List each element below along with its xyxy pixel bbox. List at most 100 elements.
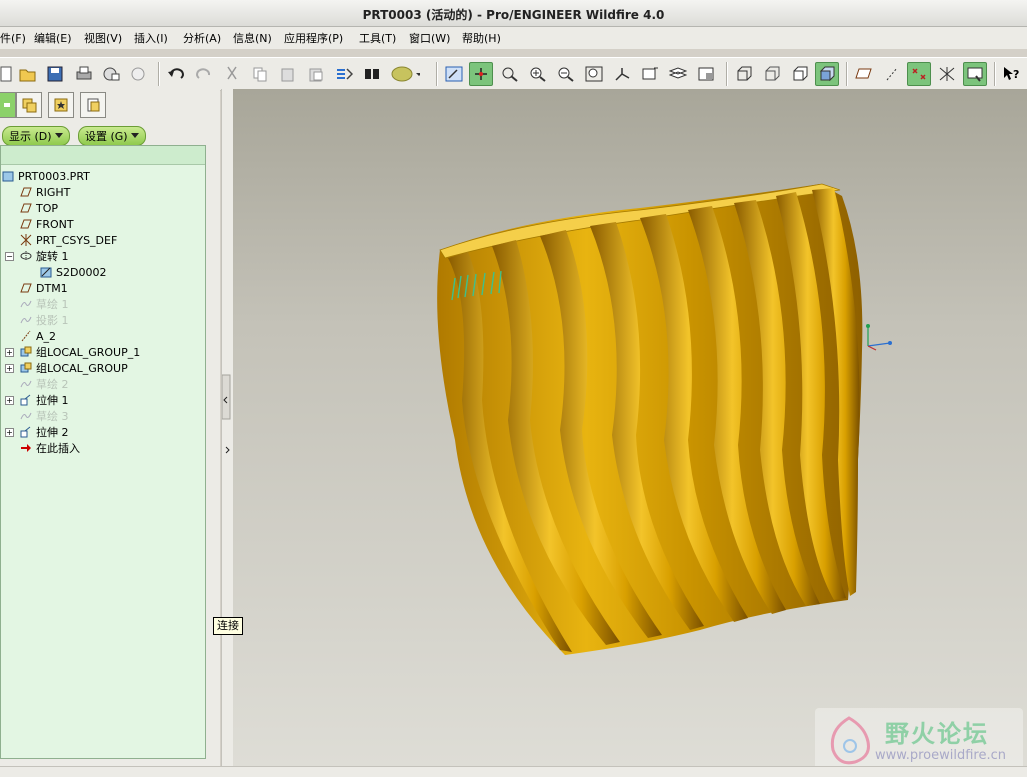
menu-insert[interactable]: 插入(I) (134, 30, 168, 46)
favorites-tab[interactable] (48, 92, 74, 118)
menu-edit[interactable]: 编辑(E) (34, 30, 72, 46)
sketch-curve-icon (19, 297, 33, 311)
tree-item-sketch-3[interactable]: 草绘 3 (19, 408, 69, 424)
tree-item-label: 拉伸 2 (36, 426, 69, 439)
collapse-toggle[interactable]: − (5, 252, 14, 261)
settings-dropdown[interactable]: 设置 (G) (78, 126, 147, 146)
copy-icon[interactable] (248, 62, 272, 86)
save-icon[interactable] (43, 62, 67, 86)
main-toolbar: ? (0, 57, 1027, 91)
connections-tab[interactable] (80, 92, 106, 118)
appearance-gallery-icon[interactable] (388, 62, 422, 86)
tree-item-sketch-1[interactable]: 草绘 1 (19, 296, 69, 312)
refit-icon[interactable] (582, 62, 606, 86)
tree-item-projection-1[interactable]: 投影 1 (19, 312, 69, 328)
menu-view[interactable]: 视图(V) (84, 30, 122, 46)
datum-planes-toggle-icon[interactable] (852, 62, 876, 86)
orient-mode-icon[interactable] (498, 62, 522, 86)
expand-toggle[interactable]: + (5, 428, 14, 437)
window-title: PRT0003 (活动的) - Pro/ENGINEER Wildfire 4.… (362, 8, 665, 22)
expand-toggle[interactable]: + (5, 396, 14, 405)
tree-item-label: TOP (36, 201, 59, 215)
tree-item-sketch-2[interactable]: 草绘 2 (19, 376, 69, 392)
projection-icon (19, 313, 33, 327)
regenerate-icon[interactable] (332, 62, 356, 86)
model-tree-panel: 显示 (D) 设置 (G) PRT0003.PRT RIGHT TOP FRON… (0, 89, 220, 766)
datum-points-toggle-icon[interactable] (907, 62, 931, 86)
show-dropdown[interactable]: 显示 (D) (2, 126, 71, 146)
annotations-toggle-icon[interactable] (963, 62, 987, 86)
watermark-brand: 野火论坛 (885, 720, 989, 748)
part-icon (1, 169, 15, 183)
cut-icon[interactable] (220, 62, 244, 86)
redo-icon[interactable] (192, 62, 216, 86)
saved-views-icon[interactable] (638, 62, 662, 86)
print-icon[interactable] (72, 62, 96, 86)
sketch-icon (39, 265, 53, 279)
folder-browser-tab[interactable] (16, 92, 42, 118)
menu-info[interactable]: 信息(N) (233, 30, 272, 46)
repaint-icon[interactable] (442, 62, 466, 86)
flame-logo-icon (830, 716, 870, 765)
menu-applications[interactable]: 应用程序(P) (284, 30, 343, 46)
tree-item-label: S2D0002 (56, 265, 107, 279)
model-tree-tab[interactable] (0, 92, 16, 118)
zoom-in-icon[interactable] (526, 62, 550, 86)
tree-item-a2[interactable]: A_2 (19, 328, 56, 344)
menu-analysis[interactable]: 分析(A) (183, 30, 221, 46)
datum-plane-icon (19, 281, 33, 295)
hidden-line-icon[interactable] (760, 62, 784, 86)
expand-toggle[interactable]: + (5, 364, 14, 373)
shading-icon[interactable] (815, 62, 839, 86)
menu-tools[interactable]: 工具(T) (359, 30, 396, 46)
open-icon[interactable] (16, 62, 40, 86)
tree-item-local-group-1[interactable]: 组LOCAL_GROUP_1 (19, 344, 140, 360)
tree-item-label: PRT0003.PRT (18, 169, 90, 183)
datum-plane-icon (19, 201, 33, 215)
tree-item-revolve-1[interactable]: 旋转 1 (19, 248, 69, 264)
tree-item-extrude-1[interactable]: 拉伸 1 (19, 392, 69, 408)
datum-axes-toggle-icon[interactable] (880, 62, 904, 86)
settings-label: 设置 (G) (85, 130, 128, 143)
status-bar (0, 766, 1027, 777)
layers-icon[interactable] (666, 62, 690, 86)
menu-help[interactable]: 帮助(H) (462, 30, 501, 46)
tree-item-right[interactable]: RIGHT (19, 184, 70, 200)
paste-icon[interactable] (276, 62, 300, 86)
zoom-out-icon[interactable] (554, 62, 578, 86)
context-help-icon[interactable]: ? (999, 62, 1023, 86)
menu-window[interactable]: 窗口(W) (409, 30, 450, 46)
tree-item-label: A_2 (36, 329, 57, 343)
spin-center-icon[interactable] (469, 62, 493, 86)
tree-item-csys[interactable]: PRT_CSYS_DEF (19, 232, 117, 248)
menu-bar: 件(F) 编辑(E) 视图(V) 插入(I) 分析(A) 信息(N) 应用程序(… (0, 27, 1027, 49)
tree-item-front[interactable]: FRONT (19, 216, 74, 232)
expand-toggle[interactable]: + (5, 348, 14, 357)
datum-plane-icon (19, 217, 33, 231)
tree-item-root[interactable]: PRT0003.PRT (1, 168, 90, 184)
tree-item-label: RIGHT (36, 185, 71, 199)
tree-item-top[interactable]: TOP (19, 200, 58, 216)
wireframe-icon[interactable] (732, 62, 756, 86)
tree-item-label: 旋转 1 (36, 250, 69, 263)
reorient-icon[interactable] (610, 62, 634, 86)
send-mail-icon[interactable] (99, 62, 123, 86)
model-3d-view[interactable] (233, 89, 1027, 766)
tree-item-s2d0002[interactable]: S2D0002 (39, 264, 106, 280)
menu-file[interactable]: 件(F) (0, 30, 26, 46)
send-link-icon[interactable] (126, 62, 150, 86)
sketch-curve-icon (19, 409, 33, 423)
tree-item-dtm1[interactable]: DTM1 (19, 280, 68, 296)
csys-toggle-icon[interactable] (935, 62, 959, 86)
csys-icon (19, 233, 33, 247)
revolve-icon (19, 249, 33, 263)
tree-item-local-group[interactable]: 组LOCAL_GROUP (19, 360, 128, 376)
paste-special-icon[interactable] (304, 62, 328, 86)
graphics-window[interactable] (233, 89, 1027, 766)
tree-item-extrude-2[interactable]: 拉伸 2 (19, 424, 69, 440)
find-icon[interactable] (360, 62, 384, 86)
tree-item-insert-here[interactable]: 在此插入 (19, 440, 80, 456)
undo-icon[interactable] (164, 62, 188, 86)
no-hidden-icon[interactable] (788, 62, 812, 86)
view-manager-icon[interactable] (694, 62, 718, 86)
